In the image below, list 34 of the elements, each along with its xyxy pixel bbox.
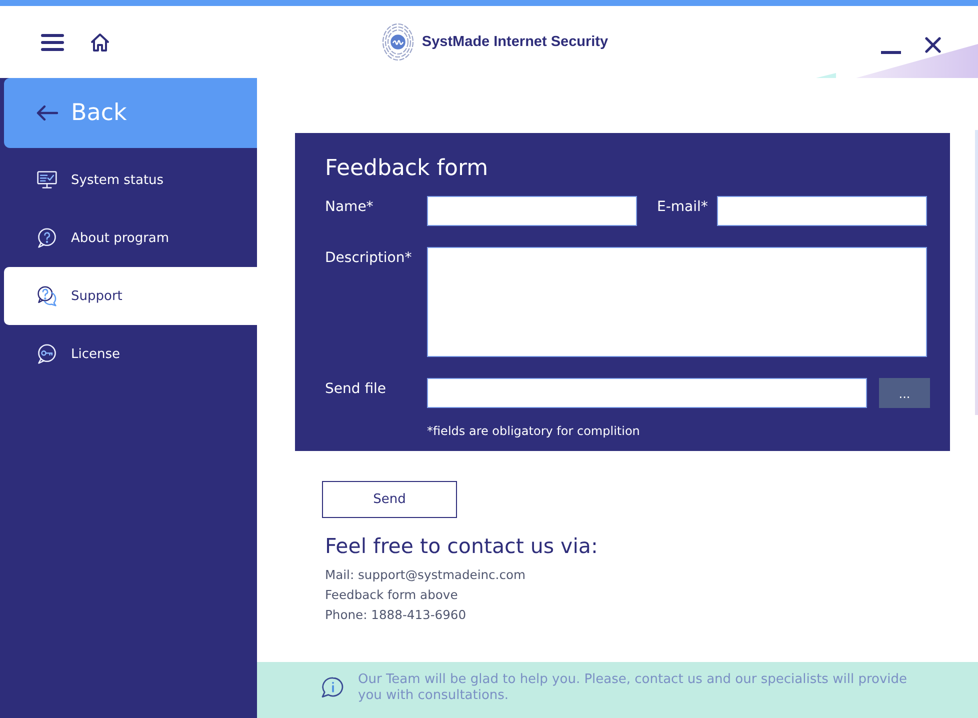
contact-line: Feedback form above [325, 587, 458, 604]
sidebar-item[interactable]: About program [4, 209, 257, 267]
home-icon[interactable] [90, 32, 110, 52]
file-path-field[interactable] [427, 378, 867, 408]
input-field[interactable] [717, 196, 927, 226]
scrollbar[interactable] [975, 130, 978, 415]
sidebar-item[interactable]: Support [4, 267, 257, 325]
required-fields-note: *fields are obligatory for complition [427, 423, 640, 439]
close-icon[interactable] [925, 37, 941, 53]
field-label: Send file [325, 380, 388, 398]
sidebar-item[interactable]: System status [4, 151, 257, 209]
field-label: E-mail* [657, 198, 709, 216]
menu-icon[interactable] [41, 34, 64, 50]
info-text: Our Team will be glad to help you. Please, contact us and our specialists will provide you with consultations. [358, 672, 908, 704]
text-area-field[interactable] [427, 247, 927, 357]
key-bubble-icon [36, 343, 58, 365]
left-arrow-icon [36, 105, 58, 121]
field-label: Name* [325, 198, 374, 216]
field-label: Description* [325, 249, 413, 267]
contact-line: Phone: 1888-413-6960 [325, 607, 466, 624]
contact-line: Mail: support@systmadeinc.com [325, 567, 526, 584]
monitor-check-icon [36, 169, 58, 191]
fingerprint-logo-icon [382, 23, 414, 61]
input-field[interactable] [427, 196, 637, 226]
info-bubble-icon [321, 677, 344, 698]
send-button[interactable]: Send [322, 481, 457, 518]
form-title: Feedback form [325, 155, 488, 183]
minimize-icon[interactable] [881, 50, 901, 54]
question-bubble-icon [36, 227, 58, 249]
app-title: SystMade Internet Security [422, 34, 608, 50]
sidebar-item[interactable]: License [4, 325, 257, 383]
contact-heading: Feel free to contact us via: [325, 533, 598, 560]
question-bubbles-icon [36, 285, 58, 307]
browse-button[interactable]: ... [879, 378, 930, 408]
